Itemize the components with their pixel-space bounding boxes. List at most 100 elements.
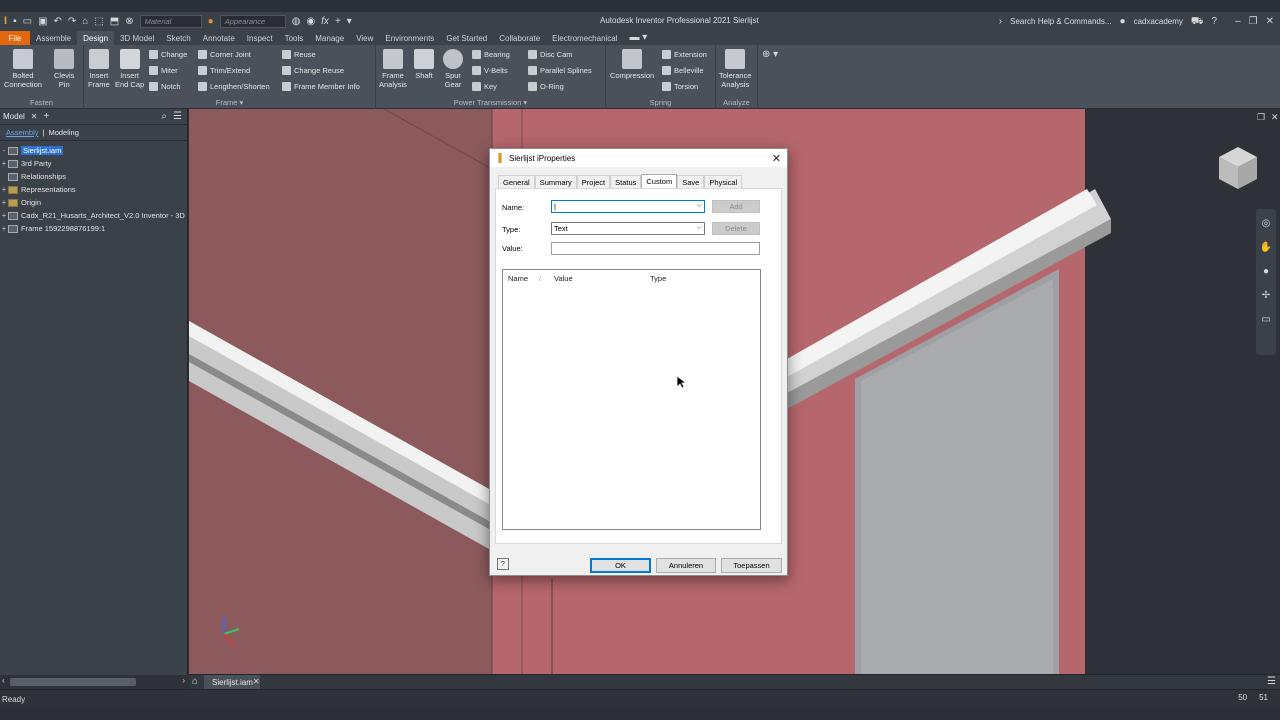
column-name[interactable]: Name [508, 274, 528, 283]
help-button[interactable]: ? [497, 558, 509, 570]
value-field[interactable] [551, 242, 760, 255]
tab-tools[interactable]: Tools [279, 31, 310, 45]
name-combo[interactable]: | ⌵ [551, 200, 705, 213]
ok-button[interactable]: OK [590, 558, 651, 573]
close-document-icon[interactable]: ✕ [253, 678, 260, 686]
tab-electromechanical[interactable]: Electromechanical [546, 31, 623, 45]
assembly-mode-link[interactable]: Assembly [6, 128, 39, 137]
tab-3d-model[interactable]: 3D Model [114, 31, 160, 45]
tree-expander-icon[interactable]: + [0, 185, 8, 194]
clear-appearance-icon[interactable]: ◍ [292, 16, 301, 27]
browser-tab-model[interactable]: Model [3, 112, 25, 121]
oring-button[interactable]: O-Ring [528, 82, 564, 91]
compression-button[interactable]: Compression [610, 49, 654, 80]
column-value[interactable]: Value [554, 274, 573, 283]
add-browser-tab-icon[interactable]: + [44, 111, 50, 122]
custom-properties-list[interactable]: Name / Value Type [502, 269, 761, 530]
column-type[interactable]: Type [650, 274, 666, 283]
minimize-icon[interactable]: – [1235, 16, 1241, 27]
bolted-connection-button[interactable]: Bolted Connection [4, 49, 42, 89]
tab-environments[interactable]: Environments [379, 31, 440, 45]
miter-button[interactable]: Miter [149, 66, 178, 75]
select-icon[interactable]: ⬚ [94, 16, 103, 27]
open-icon[interactable]: ▭ [23, 16, 32, 27]
tab-annotate[interactable]: Annotate [197, 31, 241, 45]
close-viewport-icon[interactable]: ✕ [1271, 113, 1279, 122]
new-icon[interactable]: ▪ [13, 16, 17, 27]
ribbon-display-toggle[interactable]: ▬ ▾ [624, 31, 654, 45]
save-icon[interactable]: ▣ [38, 16, 47, 27]
shaft-button[interactable]: Shaft [414, 49, 434, 80]
redo-icon[interactable]: ↷ [68, 16, 76, 27]
browser-menu-icon[interactable]: ☰ [173, 111, 182, 122]
spur-gear-button[interactable]: Spur Gear [443, 49, 463, 89]
key-button[interactable]: Key [472, 82, 497, 91]
cart-icon[interactable]: ⛟ [1191, 16, 1204, 27]
zoom-icon[interactable]: ● [1263, 267, 1269, 277]
browser-scroll-thumb[interactable] [10, 678, 136, 686]
undo-icon[interactable]: ↶ [54, 16, 62, 27]
belleville-button[interactable]: Belleville [662, 66, 704, 75]
change-reuse-button[interactable]: Change Reuse [282, 66, 344, 75]
cancel-icon[interactable]: ⊗ [125, 16, 133, 27]
ribbon-more-button[interactable]: ⊕ ▾ [762, 50, 778, 60]
tree-item[interactable]: - Sierlijst.iam [0, 144, 187, 157]
tree-item[interactable]: + Frame 1592298876199:1 [0, 222, 187, 235]
browser-search-icon[interactable]: ⌕ [161, 111, 167, 122]
apply-button[interactable]: Toepassen [721, 558, 782, 573]
close-browser-tab-icon[interactable]: ✕ [31, 112, 38, 121]
name-dropdown-icon[interactable]: ⌵ [697, 202, 702, 210]
tree-expander-icon[interactable]: + [0, 159, 8, 168]
customize-dropdown-icon[interactable]: ▾ [347, 16, 352, 27]
tab-general[interactable]: General [498, 175, 535, 188]
tree-expander-icon[interactable]: + [0, 211, 8, 220]
tree-item[interactable]: + Cadx_R21_Husarts_Architect_V2.0 Invento… [0, 209, 187, 222]
disc-cam-button[interactable]: Disc Cam [528, 50, 573, 59]
extension-button[interactable]: Extension [662, 50, 707, 59]
scroll-left-icon[interactable]: ‹ [2, 677, 5, 685]
cancel-button[interactable]: Annuleren [656, 558, 716, 573]
help-icon[interactable]: ? [1212, 16, 1218, 27]
tab-project[interactable]: Project [576, 175, 611, 188]
parallel-splines-button[interactable]: Parallel Splines [528, 66, 592, 75]
insert-end-cap-button[interactable]: Insert End Cap [115, 49, 144, 89]
tab-summary[interactable]: Summary [534, 175, 577, 188]
tab-design[interactable]: Design [77, 31, 115, 45]
tab-status[interactable]: Status [610, 175, 642, 188]
panel-power-transmission-title[interactable]: Power Transmission ▾ [376, 98, 605, 107]
tree-item[interactable]: + Representations [0, 183, 187, 196]
tree-item[interactable]: +3rd Party [0, 157, 187, 170]
tree-item[interactable]: + Origin [0, 196, 187, 209]
insert-frame-button[interactable]: Insert Frame [88, 49, 110, 89]
lengthen-shorten-button[interactable]: Lengthen/Shorten [198, 82, 270, 91]
tree-item[interactable]: Relationships [0, 170, 187, 183]
home-tab-icon[interactable]: ⌂ [192, 677, 198, 687]
close-app-icon[interactable]: ✕ [1266, 16, 1274, 27]
tree-expander-icon[interactable]: + [0, 224, 8, 233]
tab-sketch[interactable]: Sketch [160, 31, 196, 45]
tab-physical[interactable]: Physical [704, 175, 743, 188]
parameters-fx-icon[interactable]: fx [321, 16, 329, 27]
type-select[interactable]: Text ⌵ [551, 222, 705, 235]
material-combo[interactable]: Material [139, 15, 202, 28]
torsion-button[interactable]: Torsion [662, 82, 698, 91]
tab-save[interactable]: Save [677, 175, 705, 188]
type-dropdown-icon[interactable]: ⌵ [697, 224, 702, 232]
full-navigation-wheel-icon[interactable]: ◎ [1262, 219, 1271, 229]
document-tab-sierlijst[interactable]: Sierlijst.iam ✕ [204, 675, 260, 689]
dialog-title-bar[interactable]: Sierlijst iProperties ✕ [490, 149, 787, 167]
modeling-mode-link[interactable]: Modeling [48, 128, 78, 137]
search-help-input[interactable]: Search Help & Commands... [1010, 17, 1111, 26]
frame-member-info-button[interactable]: Frame Member Info [282, 82, 360, 91]
adjust-icon[interactable]: ◉ [306, 16, 315, 27]
tree-expander-icon[interactable]: - [0, 146, 8, 155]
restore-icon[interactable]: ❐ [1249, 16, 1258, 27]
frame-analysis-button[interactable]: Frame Analysis [379, 49, 407, 89]
corner-joint-button[interactable]: Corner Joint [198, 50, 251, 59]
bearing-button[interactable]: Bearing [472, 50, 510, 59]
tab-inspect[interactable]: Inspect [241, 31, 279, 45]
update-icon[interactable]: ⬒ [110, 16, 119, 27]
vbelts-button[interactable]: V-Belts [472, 66, 508, 75]
add-button[interactable]: Add [712, 200, 760, 213]
tab-collaborate[interactable]: Collaborate [493, 31, 546, 45]
